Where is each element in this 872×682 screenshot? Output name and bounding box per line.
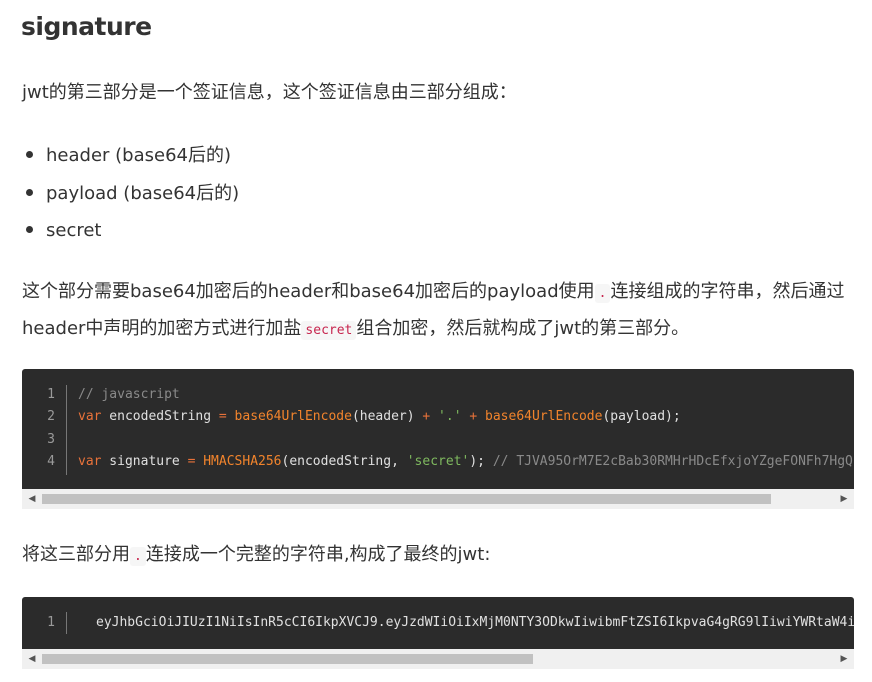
line-number: 2 [47, 409, 55, 424]
keyword: var [78, 454, 102, 469]
code-line: 3 [22, 429, 55, 451]
code-line: 4 var signature = HMACSHA256(encodedStri… [22, 451, 853, 473]
list-item: header (base64后的) [22, 137, 239, 175]
comment: // javascript [78, 387, 180, 402]
code-line: 2 var encodedString = base64UrlEncode(he… [22, 406, 681, 428]
code-text: var signature = HMACSHA256(encodedString… [78, 451, 853, 473]
scroll-right-arrow-icon[interactable]: ▶ [834, 649, 854, 669]
comment: // TJVA95OrM7E2cBab30RMHrHDcEfxjoYZgeFON… [492, 454, 853, 469]
article-content: signature jwt的第三部分是一个签证信息，这个签证信息由三部分组成： … [0, 0, 872, 682]
function-name: base64UrlEncode [477, 409, 603, 424]
scrollbar-thumb[interactable] [42, 494, 771, 504]
keyword: var [78, 409, 102, 424]
string-literal: '.' [430, 409, 470, 424]
paragraph-text: 这个部分需要base64加密后的header和base64加密后的payload… [22, 281, 595, 302]
arguments: (encodedString, [281, 454, 407, 469]
section-heading: signature [21, 12, 152, 41]
scrollbar-thumb[interactable] [42, 654, 533, 664]
intro-paragraph: jwt的第三部分是一个签证信息，这个签证信息由三部分组成： [22, 82, 517, 103]
identifier: signature [101, 454, 188, 469]
paragraph-text: 将这三部分用 [22, 544, 130, 565]
code-line: 1 // javascript [22, 384, 180, 406]
inline-code: . [130, 547, 146, 566]
code-text: eyJhbGciOiJIUzI1NiIsInR5cCI6IkpXVCJ9.eyJ… [96, 615, 854, 630]
operator: = [218, 409, 227, 424]
function-name: HMACSHA256 [195, 454, 282, 469]
list-item: secret [22, 212, 239, 250]
code-block-jwt-token[interactable]: 1 eyJhbGciOiJIUzI1NiIsInR5cCI6IkpXVCJ9.e… [22, 597, 854, 649]
line-number: 4 [47, 454, 55, 469]
line-number: 3 [47, 432, 55, 447]
arguments: (header) [351, 409, 423, 424]
inline-code: . [594, 284, 611, 303]
line-number: 1 [47, 615, 55, 630]
function-name: base64UrlEncode [226, 409, 352, 424]
scroll-left-arrow-icon[interactable]: ◀ [22, 489, 42, 509]
final-paragraph: 将这三部分用. 连接成一个完整的字符串,构成了最终的jwt: [22, 537, 852, 574]
arguments: (payload); [602, 409, 681, 424]
inline-code: secret [301, 321, 357, 340]
string-literal: 'secret' [406, 454, 470, 469]
code-text: var encodedString = base64UrlEncode(head… [78, 406, 681, 428]
identifier: encodedString [101, 409, 219, 424]
paragraph-text: 连接成一个完整的字符串,构成了最终的jwt: [145, 544, 491, 565]
scroll-left-arrow-icon[interactable]: ◀ [22, 649, 42, 669]
horizontal-scrollbar[interactable]: ◀ ▶ [22, 649, 854, 669]
description-paragraph: 这个部分需要base64加密后的header和base64加密后的payload… [22, 274, 852, 348]
line-number: 1 [47, 387, 55, 402]
gutter-divider [66, 385, 67, 475]
paragraph-text: 组合加密，然后就构成了jwt的第三部分。 [356, 318, 690, 339]
list-item: payload (base64后的) [22, 175, 239, 213]
code-block-signature[interactable]: 1 // javascript 2 var encodedString = ba… [22, 369, 854, 489]
gutter-divider [66, 612, 67, 634]
components-list: header (base64后的) payload (base64后的) sec… [22, 137, 239, 250]
scroll-right-arrow-icon[interactable]: ▶ [834, 489, 854, 509]
horizontal-scrollbar[interactable]: ◀ ▶ [22, 489, 854, 509]
code-line: 1 eyJhbGciOiJIUzI1NiIsInR5cCI6IkpXVCJ9.e… [22, 612, 854, 634]
code-text: // javascript [78, 384, 180, 406]
arguments: ); [469, 454, 493, 469]
